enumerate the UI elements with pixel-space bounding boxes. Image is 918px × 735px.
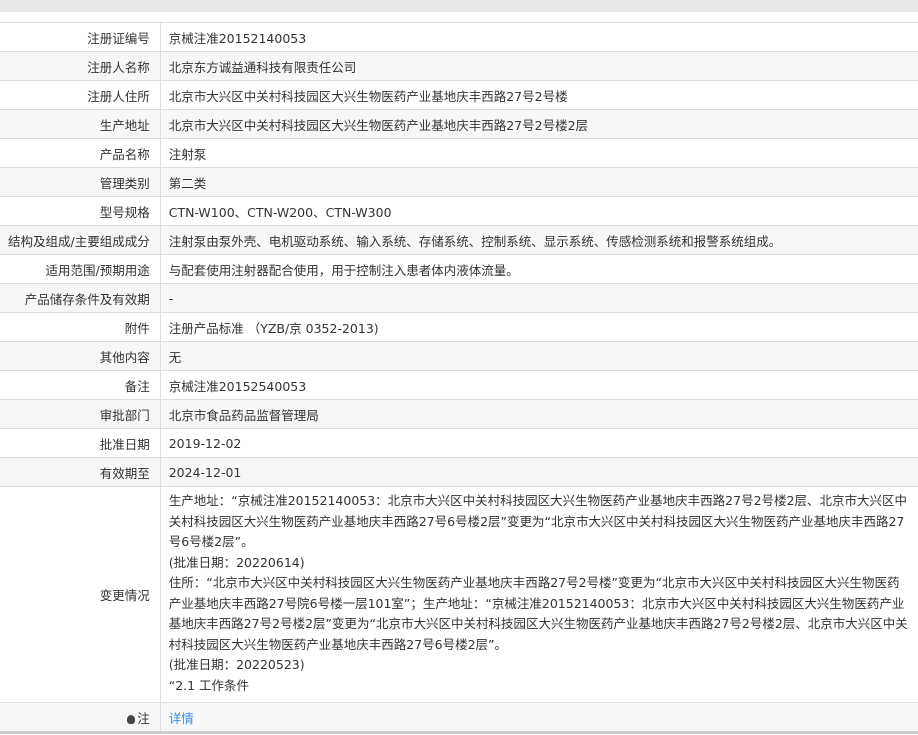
table-row: 附件 注册产品标准 （YZB/京 0352-2013) (0, 312, 918, 342)
details-link[interactable]: 详情 (169, 711, 194, 726)
table-row: 管理类别 第二类 (0, 167, 918, 197)
field-label: 结构及组成/主要组成成分 (0, 225, 161, 255)
field-label: 型号规格 (0, 196, 161, 226)
field-value: 2019-12-02 (160, 428, 918, 458)
field-value: 第二类 (160, 167, 918, 197)
change-line: 住所：“北京市大兴区中关村科技园区大兴生物医药产业基地庆丰西路27号2号楼”变更… (168, 575, 908, 652)
change-line: 生产地址：“京械注准20152140053：北京市大兴区中关村科技园区大兴生物医… (168, 493, 907, 549)
change-history-value: 生产地址：“京械注准20152140053：北京市大兴区中关村科技园区大兴生物医… (160, 486, 918, 703)
field-label: 产品储存条件及有效期 (0, 283, 161, 313)
table-row: 注册人住所 北京市大兴区中关村科技园区大兴生物医药产业基地庆丰西路27号2号楼 (0, 80, 918, 110)
field-value: 无 (160, 341, 918, 371)
field-label: 适用范围/预期用途 (0, 254, 161, 284)
field-label: 备注 (0, 370, 161, 400)
table-row: 注册人名称 北京东方诚益通科技有限责任公司 (0, 51, 918, 81)
field-value: 北京市大兴区中关村科技园区大兴生物医药产业基地庆丰西路27号2号楼2层 (160, 109, 918, 139)
field-value: 北京市食品药品监督管理局 (160, 399, 918, 429)
table-row: 有效期至 2024-12-01 (0, 457, 918, 487)
top-bar (0, 0, 918, 12)
table-row: 型号规格 CTN-W100、CTN-W200、CTN-W300 (0, 196, 918, 226)
table-row: 产品储存条件及有效期 - (0, 283, 918, 313)
table-row: 适用范围/预期用途 与配套使用注射器配合使用，用于控制注入患者体内液体流量。 (0, 254, 918, 284)
field-value: 注射泵 (160, 138, 918, 168)
table-row: 结构及组成/主要组成成分 注射泵由泵外壳、电机驱动系统、输入系统、存储系统、控制系… (0, 225, 918, 255)
field-label: 批准日期 (0, 428, 161, 458)
field-value: 北京市大兴区中关村科技园区大兴生物医药产业基地庆丰西路27号2号楼 (160, 80, 918, 110)
registration-detail-table: 注册证编号 京械注准20152140053 注册人名称 北京东方诚益通科技有限责任公司… (0, 22, 918, 734)
note-row: 注 详情 (0, 702, 918, 734)
field-label: 生产地址 (0, 109, 161, 139)
field-label: 注册人名称 (0, 51, 161, 81)
field-label: 注册人住所 (0, 80, 161, 110)
change-line: “2.1 工作条件 (168, 677, 250, 693)
field-label: 有效期至 (0, 457, 161, 487)
field-label: 注册证编号 (0, 22, 161, 52)
field-value: 注册产品标准 （YZB/京 0352-2013) (160, 312, 918, 342)
field-label: 附件 (0, 312, 161, 342)
table-row: 备注 京械注准20152540053 (0, 370, 918, 400)
lightbulb-icon (127, 714, 136, 724)
field-label: 审批部门 (0, 399, 161, 429)
field-value: 京械注准20152140053 (160, 22, 918, 52)
field-value: 京械注准20152540053 (160, 370, 918, 400)
table-row: 生产地址 北京市大兴区中关村科技园区大兴生物医药产业基地庆丰西路27号2号楼2层 (0, 109, 918, 139)
table-row: 产品名称 注射泵 (0, 138, 918, 168)
table-row: 审批部门 北京市食品药品监督管理局 (0, 399, 918, 429)
field-label: 注 (0, 702, 161, 734)
change-history-row: 变更情况 生产地址：“京械注准20152140053：北京市大兴区中关村科技园区大… (0, 486, 918, 703)
field-value: 注射泵由泵外壳、电机驱动系统、输入系统、存储系统、控制系统、显示系统、传感检测系… (160, 225, 918, 255)
field-value: 北京东方诚益通科技有限责任公司 (160, 51, 918, 81)
table-row: 注册证编号 京械注准20152140053 (0, 22, 918, 52)
field-value: 2024-12-01 (160, 457, 918, 487)
field-value: CTN-W100、CTN-W200、CTN-W300 (160, 196, 918, 226)
field-label: 变更情况 (0, 486, 161, 703)
note-label: 注 (137, 710, 150, 726)
field-value: - (160, 283, 918, 313)
field-label: 管理类别 (0, 167, 161, 197)
table-row: 批准日期 2019-12-02 (0, 428, 918, 458)
table-row: 其他内容无 (0, 341, 918, 371)
field-label: 其他内容 (0, 341, 161, 371)
field-label: 产品名称 (0, 138, 161, 168)
field-value: 与配套使用注射器配合使用，用于控制注入患者体内液体流量。 (160, 254, 918, 284)
change-line: (批准日期：20220523) (168, 657, 305, 672)
change-line: (批准日期：20220614) (168, 554, 305, 570)
